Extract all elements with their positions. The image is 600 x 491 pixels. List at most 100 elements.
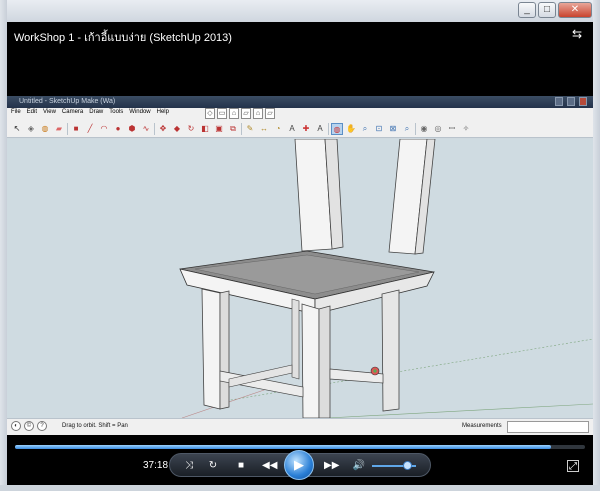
sketchup-menubar: File Edit View Camera Draw Tools Window … bbox=[7, 108, 593, 138]
zoom-extents-icon[interactable]: ⊠ bbox=[387, 123, 399, 135]
toolbar-separator bbox=[328, 123, 329, 135]
window-right-border bbox=[593, 0, 600, 491]
menu-draw[interactable]: Draw bbox=[89, 109, 103, 119]
menu-tools[interactable]: Tools bbox=[109, 109, 123, 119]
menu-file[interactable]: File bbox=[11, 109, 21, 119]
sketchup-minimize-icon bbox=[555, 97, 563, 106]
seek-bar[interactable] bbox=[15, 445, 585, 449]
player-content: WorkShop 1 - เก้าอี้แบบง่าย (SketchUp 20… bbox=[7, 22, 593, 485]
fullscreen-icon[interactable]: ⤢ bbox=[567, 460, 579, 472]
paint-bucket-icon[interactable]: ◍ bbox=[39, 123, 51, 135]
volume-knob[interactable] bbox=[403, 461, 413, 470]
sketchup-statusbar: ◐ © ? Drag to orbit. Shift = Pan Measure… bbox=[7, 418, 593, 435]
select-icon[interactable]: ↖ bbox=[11, 123, 23, 135]
views-toolbar: ◇ ▭ ⌂ ▱ ⌂ ▱ bbox=[205, 108, 275, 121]
text-icon[interactable]: A bbox=[286, 123, 298, 135]
sketchup-maximize-icon bbox=[567, 97, 575, 106]
toolbar-separator bbox=[415, 123, 416, 135]
close-button[interactable]: ✕ bbox=[558, 2, 592, 18]
seek-progress bbox=[15, 445, 551, 449]
circle-icon[interactable]: ● bbox=[112, 123, 124, 135]
push-pull-icon[interactable]: ◆ bbox=[171, 123, 183, 135]
sketchup-titlebar: Untitled - SketchUp Make (Wa) bbox=[7, 96, 593, 108]
zoom-window-icon[interactable]: ⊡ bbox=[373, 123, 385, 135]
3d-text-icon[interactable]: A bbox=[314, 123, 326, 135]
measurements-label: Measurements bbox=[462, 423, 502, 429]
leg-front-right-side bbox=[318, 305, 331, 418]
arc-icon[interactable]: ◠ bbox=[98, 123, 110, 135]
top-view-icon[interactable]: ▭ bbox=[217, 108, 227, 119]
menu-help[interactable]: Help bbox=[157, 109, 169, 119]
play-icon[interactable]: ▶ bbox=[284, 450, 314, 480]
credits-icon[interactable]: © bbox=[24, 421, 34, 431]
back-view-icon[interactable]: ⌂ bbox=[253, 108, 263, 119]
video-title: WorkShop 1 - เก้าอี้แบบง่าย (SketchUp 20… bbox=[14, 32, 232, 44]
measurements-field[interactable] bbox=[507, 421, 589, 433]
section-plane-icon[interactable]: ✧ bbox=[460, 123, 472, 135]
menu-view[interactable]: View bbox=[43, 109, 56, 119]
current-time: 37:18 bbox=[143, 460, 169, 471]
pan-icon[interactable]: ✋ bbox=[345, 123, 357, 135]
toolbar-separator bbox=[241, 123, 242, 135]
status-icons: ◐ © ? bbox=[11, 421, 47, 431]
orbit-icon[interactable]: ◍ bbox=[331, 123, 343, 135]
shuffle-icon[interactable]: ⤨ bbox=[182, 459, 196, 473]
dimension-icon[interactable]: ↔ bbox=[258, 123, 270, 135]
status-text: Drag to orbit. Shift = Pan bbox=[62, 423, 128, 429]
leg-back-right bbox=[381, 289, 400, 412]
sketchup-menu: File Edit View Camera Draw Tools Window … bbox=[11, 109, 169, 119]
freehand-icon[interactable]: ∿ bbox=[140, 123, 152, 135]
maximize-button[interactable]: □ bbox=[538, 2, 556, 18]
stop-icon[interactable]: ■ bbox=[234, 459, 248, 473]
orbit-cursor-center bbox=[373, 369, 377, 373]
protractor-icon[interactable]: ◔ bbox=[272, 123, 284, 135]
eraser-icon[interactable]: ▰ bbox=[53, 123, 65, 135]
menu-camera[interactable]: Camera bbox=[62, 109, 83, 119]
switch-layout-icon[interactable]: ⇆ bbox=[570, 27, 584, 41]
mute-icon[interactable]: 🔊 bbox=[352, 459, 366, 473]
window-left-border bbox=[0, 0, 7, 491]
move-icon[interactable]: ✥ bbox=[157, 123, 169, 135]
zoom-icon[interactable]: ⌕ bbox=[359, 123, 371, 135]
offset-icon[interactable]: ⧉ bbox=[227, 123, 239, 135]
follow-me-icon[interactable]: ◧ bbox=[199, 123, 211, 135]
iso-icon[interactable]: ◇ bbox=[205, 108, 215, 119]
front-view-icon[interactable]: ⌂ bbox=[229, 108, 239, 119]
axes-icon[interactable]: ✚ bbox=[300, 123, 312, 135]
toolbar-separator bbox=[154, 123, 155, 135]
repeat-icon[interactable]: ↻ bbox=[206, 459, 220, 473]
minimize-button[interactable]: _ bbox=[518, 2, 536, 18]
walk-icon[interactable]: ꟷ bbox=[446, 123, 458, 135]
sketchup-video-frame: Untitled - SketchUp Make (Wa) File Edit … bbox=[7, 96, 593, 435]
window-bottom-border bbox=[0, 485, 600, 491]
menu-edit[interactable]: Edit bbox=[27, 109, 37, 119]
sketchup-title: Untitled - SketchUp Make (Wa) bbox=[19, 98, 116, 105]
line-icon[interactable]: ╱ bbox=[84, 123, 96, 135]
toolbar-separator bbox=[67, 123, 68, 135]
left-view-icon[interactable]: ▱ bbox=[265, 108, 275, 119]
sketchup-close-icon bbox=[579, 97, 587, 106]
leg-front-left-side bbox=[219, 290, 230, 410]
scale-icon[interactable]: ▣ bbox=[213, 123, 225, 135]
previous-view-icon[interactable]: ⌕ bbox=[401, 123, 413, 135]
menu-window[interactable]: Window bbox=[129, 109, 150, 119]
main-toolbar: ↖ ◈ ◍ ▰ ■ ╱ ◠ ● ⬢ ∿ ✥ ◆ ↻ ◧ ▣ ⧉ ✎ ↔ ◔ A … bbox=[11, 123, 472, 137]
player-controls: ⤨ ↻ ■ ◀◀ ▶ ▶▶ 🔊 bbox=[169, 450, 431, 480]
look-around-icon[interactable]: ◎ bbox=[432, 123, 444, 135]
model-viewport[interactable] bbox=[7, 139, 593, 418]
rotate-icon[interactable]: ↻ bbox=[185, 123, 197, 135]
previous-icon[interactable]: ◀◀ bbox=[262, 459, 277, 473]
right-view-icon[interactable]: ▱ bbox=[241, 108, 251, 119]
help-status-icon[interactable]: ? bbox=[37, 421, 47, 431]
next-icon[interactable]: ▶▶ bbox=[324, 459, 339, 473]
make-component-icon[interactable]: ◈ bbox=[25, 123, 37, 135]
polygon-icon[interactable]: ⬢ bbox=[126, 123, 138, 135]
leg-front-right bbox=[301, 303, 320, 418]
tape-measure-icon[interactable]: ✎ bbox=[244, 123, 256, 135]
window-titlebar[interactable]: _ □ ✕ bbox=[0, 0, 600, 22]
position-camera-icon[interactable]: ◉ bbox=[418, 123, 430, 135]
rectangle-icon[interactable]: ■ bbox=[70, 123, 82, 135]
geo-location-icon[interactable]: ◐ bbox=[11, 421, 21, 431]
leg-front-left bbox=[201, 288, 221, 410]
leg-back-left bbox=[291, 298, 300, 380]
